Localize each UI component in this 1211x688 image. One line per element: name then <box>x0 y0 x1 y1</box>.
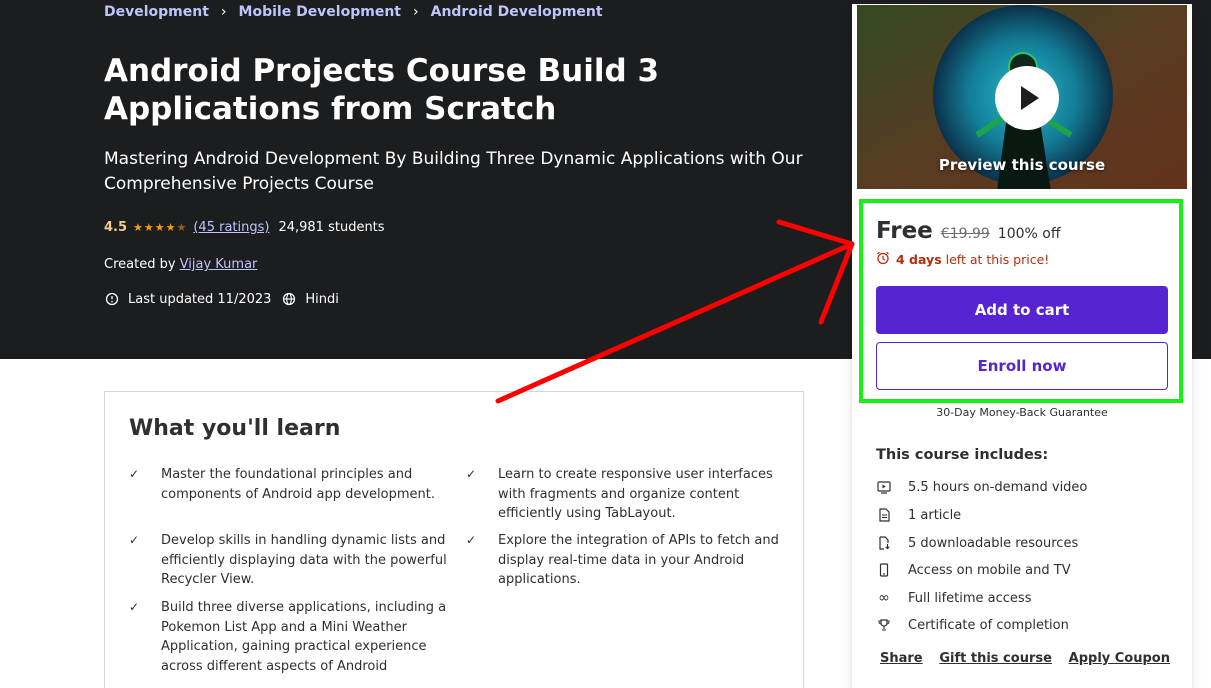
purchase-sidebar: Preview this course Free €19.99 100% off… <box>852 4 1192 688</box>
learn-item: ✓ Learn to create responsive user interf… <box>466 465 788 524</box>
chevron-right-icon: › <box>413 4 419 20</box>
breadcrumb: Development › Mobile Development › Andro… <box>104 4 603 20</box>
add-to-cart-button[interactable]: Add to cart <box>876 286 1168 334</box>
video-icon <box>876 479 892 495</box>
includes-item-text: Full lifetime access <box>908 590 1032 606</box>
sidebar-links: Share Gift this course Apply Coupon <box>880 651 1170 666</box>
what-youll-learn-box: What you'll learn ✓ Master the foundatio… <box>104 391 804 688</box>
timer-days: 4 days <box>896 252 942 267</box>
timer-text: left at this price! <box>945 252 1050 267</box>
breadcrumb-android-development[interactable]: Android Development <box>431 4 603 20</box>
alarm-clock-icon <box>876 251 890 268</box>
preview-label: Preview this course <box>938 156 1106 174</box>
breadcrumb-development[interactable]: Development <box>104 4 209 20</box>
includes-item-text: 1 article <box>908 507 962 523</box>
share-link[interactable]: Share <box>880 651 923 666</box>
includes-item: 5 downloadable resources <box>876 535 1078 551</box>
discount-percent: 100% off <box>997 226 1061 242</box>
checkmark-icon: ✓ <box>466 533 477 547</box>
rating-row: 4.5 ★★★★★ (45 ratings) 24,981 students <box>104 220 385 235</box>
money-back-guarantee: 30-Day Money-Back Guarantee <box>936 406 1108 419</box>
checkmark-icon: ✓ <box>129 600 140 614</box>
learn-item: ✓ Build three diverse applications, incl… <box>129 598 451 676</box>
includes-item: 5.5 hours on-demand video <box>876 479 1087 495</box>
includes-item: ∞ Full lifetime access <box>876 590 1031 606</box>
learn-item-text: Master the foundational principles and c… <box>161 467 435 502</box>
trophy-icon <box>876 617 892 633</box>
course-includes-title: This course includes: <box>876 447 1049 463</box>
clock-alert-icon <box>104 291 120 307</box>
learn-item: ✓ Explore the integration of APIs to fet… <box>466 531 788 590</box>
what-youll-learn-title: What you'll learn <box>129 416 341 441</box>
includes-item: Access on mobile and TV <box>876 562 1071 578</box>
course-language: Hindi <box>305 291 339 307</box>
discount-timer: 4 days left at this price! <box>876 251 1049 268</box>
students-count: 24,981 students <box>278 220 385 235</box>
breadcrumb-mobile-development[interactable]: Mobile Development <box>239 4 401 20</box>
current-price: Free <box>876 218 933 244</box>
includes-item-text: 5 downloadable resources <box>908 535 1079 551</box>
download-file-icon <box>876 535 892 551</box>
gift-course-link[interactable]: Gift this course <box>939 651 1052 666</box>
ratings-count-link[interactable]: (45 ratings) <box>193 220 269 235</box>
original-price: €19.99 <box>940 226 990 242</box>
play-button[interactable] <box>995 66 1059 130</box>
apply-coupon-link[interactable]: Apply Coupon <box>1069 651 1170 666</box>
mobile-icon <box>876 562 892 578</box>
course-preview-video[interactable]: Preview this course <box>856 4 1188 190</box>
last-updated: Last updated 11/2023 <box>128 291 272 307</box>
includes-item-text: Access on mobile and TV <box>908 562 1071 578</box>
meta-row: Last updated 11/2023 Hindi <box>104 291 339 307</box>
checkmark-icon: ✓ <box>129 467 140 481</box>
price-row: Free €19.99 100% off <box>876 218 1060 244</box>
includes-item-text: Certificate of completion <box>908 617 1069 633</box>
checkmark-icon: ✓ <box>129 533 140 547</box>
globe-icon <box>281 291 297 307</box>
learn-item-text: Learn to create responsive user interfac… <box>498 467 773 521</box>
rating-value: 4.5 <box>104 220 128 235</box>
learn-item-text: Explore the integration of APIs to fetch… <box>498 533 779 587</box>
includes-item: 1 article <box>876 507 961 523</box>
learn-item: ✓ Develop skills in handling dynamic lis… <box>129 531 451 590</box>
learn-item-text: Build three diverse applications, includ… <box>161 600 447 674</box>
learn-item-text: Develop skills in handling dynamic lists… <box>161 533 447 587</box>
created-by-label: Created by <box>104 257 176 272</box>
chevron-right-icon: › <box>220 4 227 20</box>
article-icon <box>876 507 892 523</box>
star-rating-icon: ★★★★★ <box>133 221 188 234</box>
course-title: Android Projects Course Build 3 Applicat… <box>104 53 660 127</box>
learn-item: ✓ Master the foundational principles and… <box>129 465 451 504</box>
includes-item-text: 5.5 hours on-demand video <box>908 479 1088 495</box>
includes-item: Certificate of completion <box>876 617 1069 633</box>
infinity-icon: ∞ <box>878 590 890 606</box>
course-subtitle: Mastering Android Development By Buildin… <box>104 149 803 194</box>
author-link[interactable]: Vijay Kumar <box>180 257 258 272</box>
checkmark-icon: ✓ <box>466 467 477 481</box>
created-by: Created by Vijay Kumar <box>104 257 257 272</box>
enroll-now-button[interactable]: Enroll now <box>876 342 1168 390</box>
